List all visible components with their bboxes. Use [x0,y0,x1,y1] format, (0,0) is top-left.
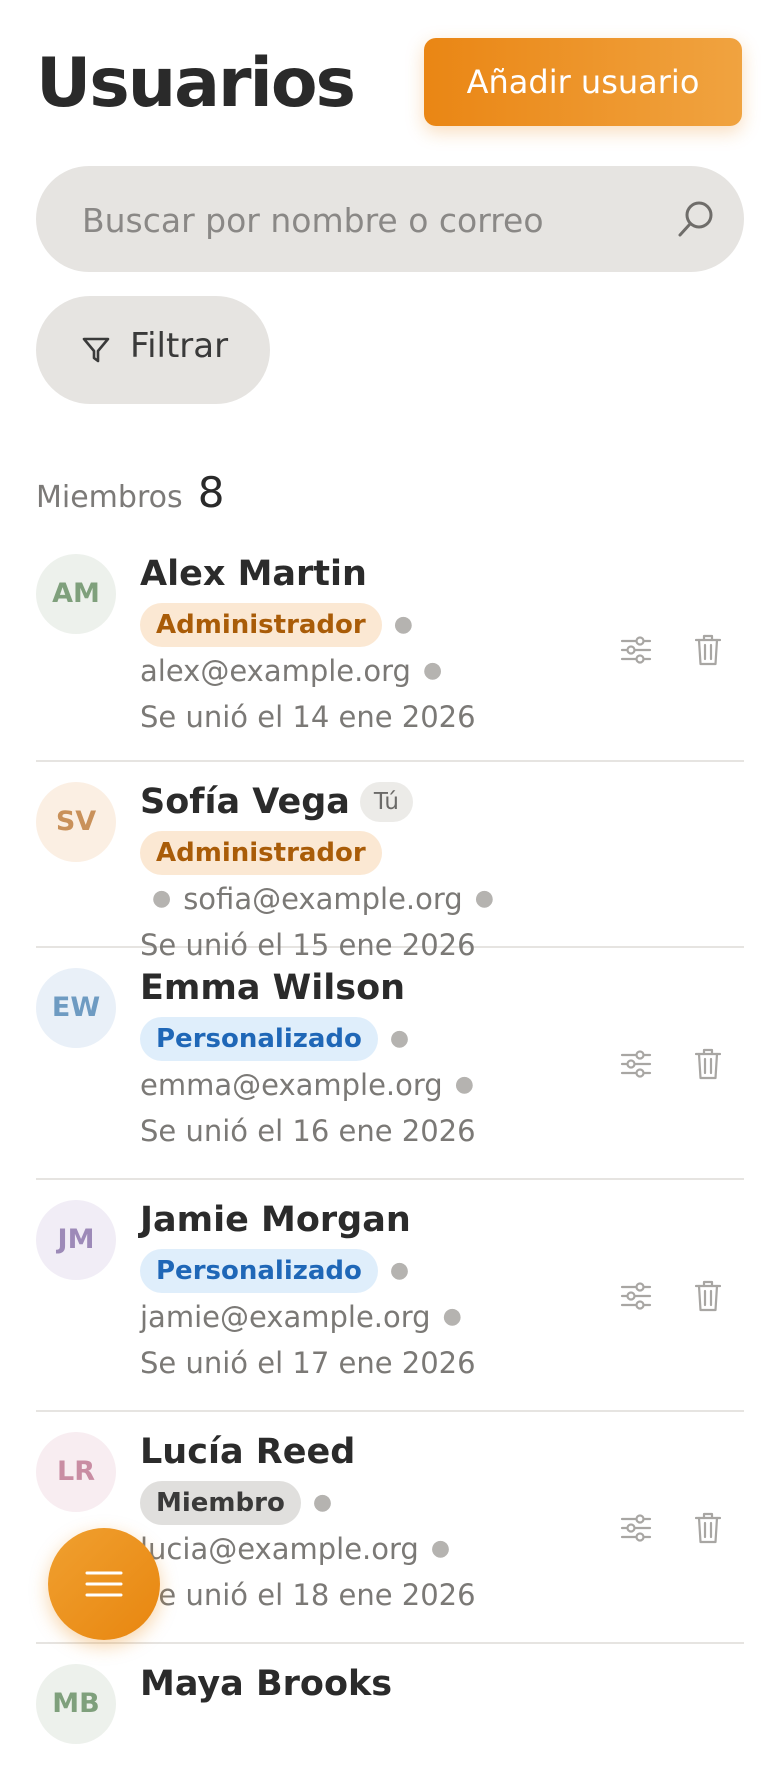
filter-label: Filtrar [130,326,229,366]
separator-dot: ● [474,886,494,911]
user-email: emma@example.org [140,1068,443,1102]
menu-icon [85,1571,123,1597]
you-badge: Tú [359,782,414,822]
trash-icon [695,1512,721,1544]
search-bar [36,166,744,274]
user-row: MB Maya Brooks [36,1644,744,1784]
members-number: 8 [197,468,225,517]
user-name: Lucía Reed [140,1432,356,1472]
permissions-button[interactable] [616,1276,656,1316]
join-date: Se unió el 16 ene 2026 [140,1114,476,1148]
trash-icon [695,1048,721,1080]
sliders-icon [620,1514,652,1542]
role-badge: Personalizado [140,1017,378,1061]
search-icon[interactable] [674,197,718,241]
join-date: Se unió el 14 ene 2026 [140,700,476,734]
separator-dot: ● [393,612,413,637]
user-row: JM Jamie Morgan Personalizado ● jamie@exa… [36,1180,744,1412]
filter-icon [82,337,110,363]
separator-dot: ● [152,886,172,911]
avatar: AM [36,554,116,634]
user-name: Sofía Vega [140,782,350,822]
role-badge: Administrador [140,831,382,875]
page-header: Usuarios Añadir usuario [36,36,742,132]
delete-button[interactable] [688,1508,728,1548]
user-row: AM Alex Martin Administrador ● alex@examp… [36,534,744,762]
separator-dot: ● [454,1072,474,1097]
menu-fab[interactable] [48,1528,160,1640]
join-date: Se unió el 17 ene 2026 [140,1346,476,1380]
user-email: alex@example.org [140,654,411,688]
join-date: Se unió el 18 ene 2026 [140,1578,476,1612]
avatar: JM [36,1200,116,1280]
permissions-button[interactable] [616,1044,656,1084]
trash-icon [695,634,721,666]
role-badge: Personalizado [140,1249,378,1293]
avatar: MB [36,1664,116,1744]
role-badge: Miembro [140,1481,301,1525]
role-badge: Administrador [140,603,382,647]
filter-button[interactable]: Filtrar [36,296,270,404]
members-label: Miembros [36,480,183,515]
avatar: LR [36,1432,116,1512]
search-input[interactable] [80,166,664,274]
separator-dot: ● [389,1258,410,1283]
user-row: EW Emma Wilson Personalizado ● emma@examp… [36,948,744,1180]
avatar: EW [36,968,116,1048]
sliders-icon [620,1050,652,1078]
separator-dot: ● [422,658,443,683]
members-count: Miembros 8 [36,468,224,517]
user-email: lucia@example.org [140,1532,419,1566]
sliders-icon [620,636,652,664]
page-title: Usuarios [36,44,356,123]
delete-button[interactable] [688,630,728,670]
permissions-button[interactable] [616,630,656,670]
user-email: sofia@example.org [183,882,463,916]
trash-icon [695,1280,721,1312]
separator-dot: ● [442,1304,462,1329]
user-name: Alex Martin [140,554,367,594]
user-name: Maya Brooks [140,1664,393,1704]
avatar: SV [36,782,116,862]
permissions-button[interactable] [616,1508,656,1548]
delete-button[interactable] [688,1044,728,1084]
user-name: Emma Wilson [140,968,406,1008]
user-name: Jamie Morgan [140,1200,411,1240]
user-email: jamie@example.org [140,1300,431,1334]
add-user-button[interactable]: Añadir usuario [424,38,742,126]
separator-dot: ● [430,1536,451,1561]
sliders-icon [620,1282,652,1310]
user-row: SV Sofía Vega Tú Administrador ● sofia@exam… [36,762,744,962]
delete-button[interactable] [688,1276,728,1316]
separator-dot: ● [389,1026,410,1051]
separator-dot: ● [312,1490,333,1515]
